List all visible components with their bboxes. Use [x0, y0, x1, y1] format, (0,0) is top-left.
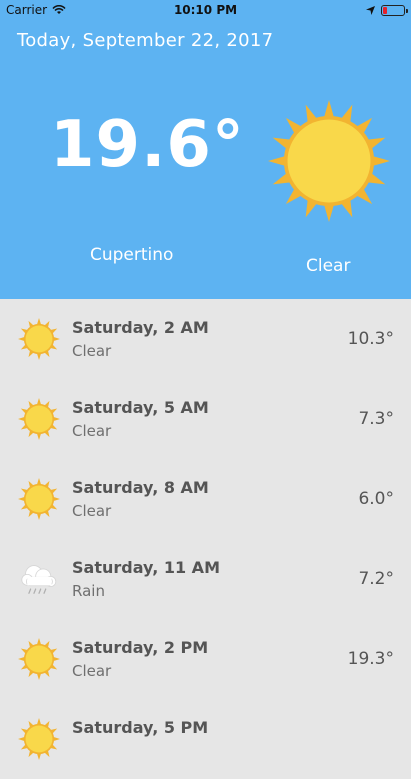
sun-icon	[18, 398, 60, 440]
status-time: 10:10 PM	[173, 3, 238, 17]
forecast-day: Saturday, 8 AM	[72, 478, 209, 497]
forecast-temperature: 10.3°	[347, 329, 394, 349]
forecast-condition: Clear	[72, 342, 112, 360]
forecast-condition: Clear	[72, 662, 112, 680]
list-item[interactable]: Saturday, 2 PM Clear 19.3°	[0, 619, 411, 699]
sun-icon	[18, 318, 60, 360]
list-item[interactable]: Saturday, 2 AM Clear 10.3°	[0, 299, 411, 379]
list-item[interactable]: Saturday, 5 AM Clear 7.3°	[0, 379, 411, 459]
list-item[interactable]: Saturday, 11 AM Rain 7.2°	[0, 539, 411, 619]
forecast-temperature: 7.3°	[358, 409, 394, 429]
sun-icon	[268, 100, 390, 222]
forecast-day: Saturday, 5 PM	[72, 718, 209, 737]
rain-cloud-icon	[21, 565, 57, 594]
forecast-list: Saturday, 2 AM Clear 10.3° Saturday, 5 A…	[0, 299, 411, 779]
location-arrow-icon	[366, 5, 375, 15]
status-bar: Carrier 10:10 PM	[0, 0, 411, 20]
current-temperature: 19.6°	[50, 108, 245, 182]
forecast-temperature: 6.0°	[358, 489, 394, 509]
forecast-day: Saturday, 2 PM	[72, 638, 209, 657]
battery-icon	[381, 4, 408, 16]
current-weather-header: Today, September 22, 2017 19.6° Cupertin…	[0, 0, 411, 299]
forecast-temperature: 19.3°	[347, 649, 394, 669]
city-name: Cupertino	[90, 245, 174, 265]
sun-icon	[18, 638, 60, 680]
forecast-condition: Rain	[72, 582, 105, 600]
sun-icon	[18, 478, 60, 520]
current-condition: Clear	[306, 256, 351, 276]
list-item[interactable]: Saturday, 5 PM	[0, 699, 411, 779]
forecast-condition: Clear	[72, 502, 112, 520]
current-date: Today, September 22, 2017	[17, 30, 274, 51]
forecast-condition: Clear	[72, 422, 112, 440]
forecast-day: Saturday, 5 AM	[72, 398, 209, 417]
forecast-temperature: 7.2°	[358, 569, 394, 589]
forecast-day: Saturday, 11 AM	[72, 558, 220, 577]
forecast-day: Saturday, 2 AM	[72, 318, 209, 337]
sun-icon	[18, 718, 60, 760]
list-item[interactable]: Saturday, 8 AM Clear 6.0°	[0, 459, 411, 539]
